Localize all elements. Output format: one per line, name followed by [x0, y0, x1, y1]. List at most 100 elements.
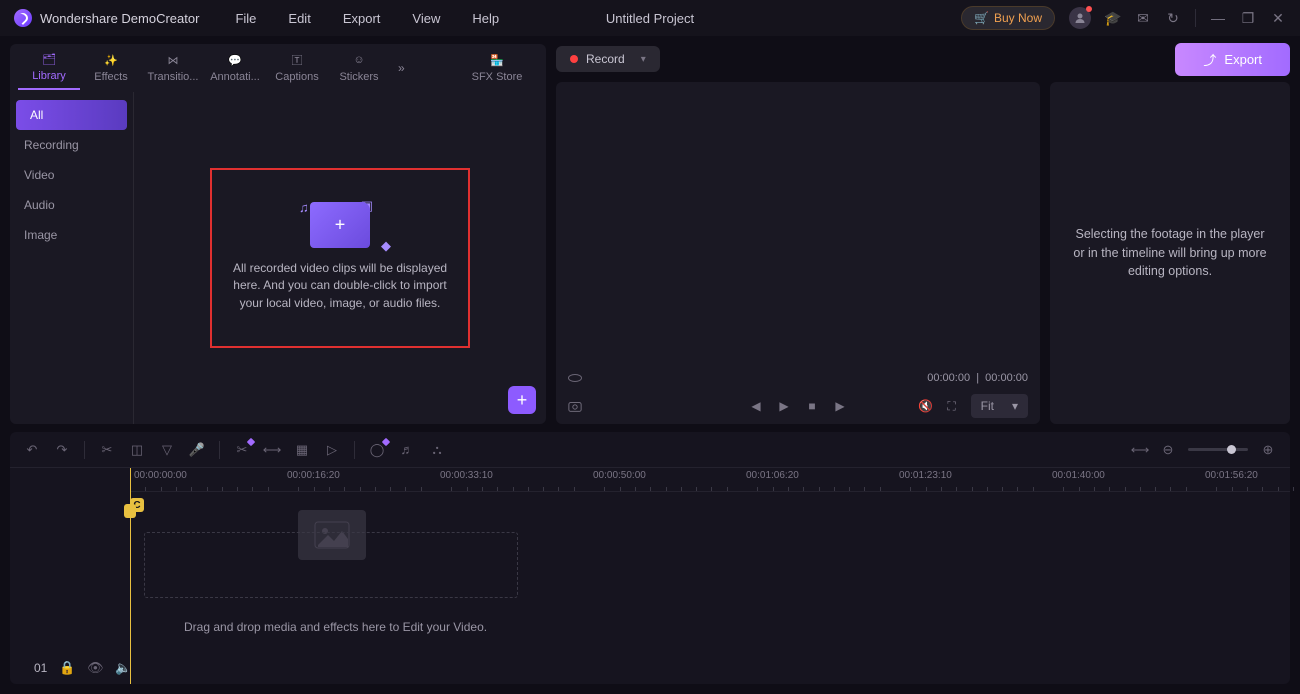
tab-sfx-label: SFX Store — [472, 71, 523, 83]
tab-captions[interactable]: 🅃Captions — [266, 47, 328, 89]
ruler-tick: 00:00:00:00 — [134, 470, 187, 481]
preview-player: 00:00:00 | 00:00:00 ◀ ▶ ■ ▶ 🔇 ⛶ Fit▾ — [556, 82, 1040, 424]
tab-sfx-store[interactable]: 🏪 SFX Store — [466, 47, 528, 89]
zoom-slider[interactable] — [1188, 448, 1248, 451]
ruler-tick: 00:01:06:20 — [746, 470, 799, 481]
music-note-icon: ♫ — [299, 200, 309, 215]
play-button[interactable]: ▶ — [777, 399, 791, 413]
tab-effects[interactable]: ✨ Effects — [80, 47, 142, 89]
buy-now-button[interactable]: 🛒 Buy Now — [961, 6, 1055, 30]
marker-button[interactable]: ▽ — [159, 442, 175, 458]
record-button[interactable]: Record ▾ — [556, 46, 660, 72]
trim-button[interactable]: ⟷ — [264, 442, 280, 458]
add-media-button[interactable]: + — [508, 386, 536, 414]
export-button[interactable]: ⤴ Export — [1175, 43, 1290, 76]
time-total: 00:00:00 — [985, 372, 1028, 384]
record-label: Record — [586, 52, 625, 66]
ruler-tick: 00:00:50:00 — [593, 470, 646, 481]
playhead[interactable] — [130, 468, 131, 684]
mute-track-button[interactable]: 🔈 — [115, 660, 131, 676]
cut-cursor-button[interactable]: ✂ — [234, 442, 250, 458]
captions-icon: 🅃 — [288, 53, 306, 67]
menu-edit[interactable]: Edit — [288, 11, 310, 26]
library-sidebar: All Recording Video Audio Image — [10, 92, 134, 424]
menu-help[interactable]: Help — [472, 11, 499, 26]
library-dropzone[interactable]: ♫ ▣ ◆ All recorded video clips will be d… — [134, 92, 546, 424]
app-name: Wondershare DemoCreator — [40, 11, 199, 26]
drop-hint: Drag and drop media and effects here to … — [184, 620, 487, 634]
properties-panel: Selecting the footage in the player or i… — [1050, 82, 1290, 424]
maximize-button[interactable]: ❐ — [1240, 10, 1256, 27]
record-dot-icon — [570, 55, 578, 63]
next-frame-button[interactable]: ▶ — [833, 399, 847, 413]
tab-library[interactable]: 🗂Library — [18, 46, 80, 90]
undo-button[interactable]: ↶ — [24, 442, 40, 458]
zoom-in-button[interactable]: ⊕ — [1260, 442, 1276, 458]
sidebar-item-image[interactable]: Image — [10, 220, 133, 250]
account-avatar[interactable] — [1069, 7, 1091, 29]
ruler-tick: 00:01:40:00 — [1052, 470, 1105, 481]
pan-zoom-button[interactable]: ▦ — [294, 442, 310, 458]
effects-icon: ✨ — [102, 53, 120, 67]
volume-button[interactable]: 🔇 — [919, 399, 933, 413]
close-button[interactable]: ✕ — [1270, 10, 1286, 27]
menu-export[interactable]: Export — [343, 11, 381, 26]
stop-button[interactable]: ■ — [805, 399, 819, 413]
minimize-button[interactable]: — — [1210, 10, 1226, 26]
snapshot-button[interactable] — [568, 400, 582, 413]
group-button[interactable]: ⛬ — [429, 442, 445, 458]
lock-track-button[interactable]: 🔒 — [59, 660, 75, 676]
tab-transitions-label: Transitio... — [148, 71, 199, 83]
separator — [1195, 9, 1196, 27]
green-screen-button[interactable]: ◯ — [369, 442, 385, 458]
timeline-ruler[interactable]: 00:00:00:0000:00:16:2000:00:33:1000:00:5… — [130, 468, 1290, 492]
zoom-out-button[interactable]: ⊖ — [1160, 442, 1176, 458]
fit-label: Fit — [981, 399, 994, 413]
visibility-icon[interactable] — [568, 374, 582, 382]
hide-track-button[interactable]: 👁 — [87, 660, 103, 676]
sidebar-item-all[interactable]: All — [16, 100, 127, 130]
track-dropzone[interactable] — [144, 532, 518, 598]
sidebar-item-video[interactable]: Video — [10, 160, 133, 190]
tab-stickers[interactable]: ☺Stickers — [328, 47, 390, 89]
redo-button[interactable]: ↷ — [54, 442, 70, 458]
buy-now-label: Buy Now — [994, 11, 1042, 25]
sidebar-item-audio[interactable]: Audio — [10, 190, 133, 220]
tab-transitions[interactable]: ⋈Transitio... — [142, 47, 204, 89]
chevron-down-icon: ▾ — [1012, 399, 1018, 413]
library-panel: 🗂Library ✨ Effects ⋈Transitio... 💬Annotat… — [10, 44, 546, 424]
video-canvas[interactable] — [556, 82, 1040, 368]
voiceover-button[interactable]: 🎤 — [189, 442, 205, 458]
notification-dot — [1086, 6, 1092, 12]
cart-icon: 🛒 — [974, 11, 989, 25]
ruler-tick: 00:00:33:10 — [440, 470, 493, 481]
audio-adjust-button[interactable]: ♬ — [399, 442, 415, 457]
menu-file[interactable]: File — [235, 11, 256, 26]
academy-icon[interactable]: 🎓 — [1105, 10, 1121, 27]
tab-library-label: Library — [32, 70, 66, 82]
import-hint: All recorded video clips will be display… — [226, 260, 454, 312]
timeline-tracks[interactable]: C Drag and drop media and effects here t… — [130, 492, 1290, 684]
split-button[interactable]: ✂ — [99, 442, 115, 458]
mail-icon[interactable]: ✉ — [1135, 10, 1151, 27]
store-icon: 🏪 — [488, 53, 506, 67]
speed-button[interactable]: ▷ — [324, 442, 340, 458]
tab-effects-label: Effects — [94, 71, 127, 83]
prev-frame-button[interactable]: ◀ — [749, 399, 763, 413]
fullscreen-button[interactable]: ⛶ — [945, 399, 959, 414]
crop-button[interactable]: ◫ — [129, 442, 145, 458]
sidebar-item-recording[interactable]: Recording — [10, 130, 133, 160]
track-number: 01 — [34, 661, 47, 675]
export-label: Export — [1224, 52, 1262, 67]
chevron-down-icon: ▾ — [641, 54, 646, 65]
zoom-fit-dropdown[interactable]: Fit ▾ — [971, 394, 1028, 418]
time-current: 00:00:00 — [927, 372, 970, 384]
properties-hint: Selecting the footage in the player or i… — [1070, 225, 1270, 281]
menu-view[interactable]: View — [412, 11, 440, 26]
tab-stickers-label: Stickers — [339, 71, 378, 83]
sync-icon[interactable]: ↻ — [1165, 10, 1181, 27]
tab-annotations[interactable]: 💬Annotati... — [204, 47, 266, 89]
fit-timeline-button[interactable]: ⟷ — [1132, 442, 1148, 458]
tabs-more[interactable]: » — [390, 61, 413, 75]
ruler-tick: 00:01:56:20 — [1205, 470, 1258, 481]
